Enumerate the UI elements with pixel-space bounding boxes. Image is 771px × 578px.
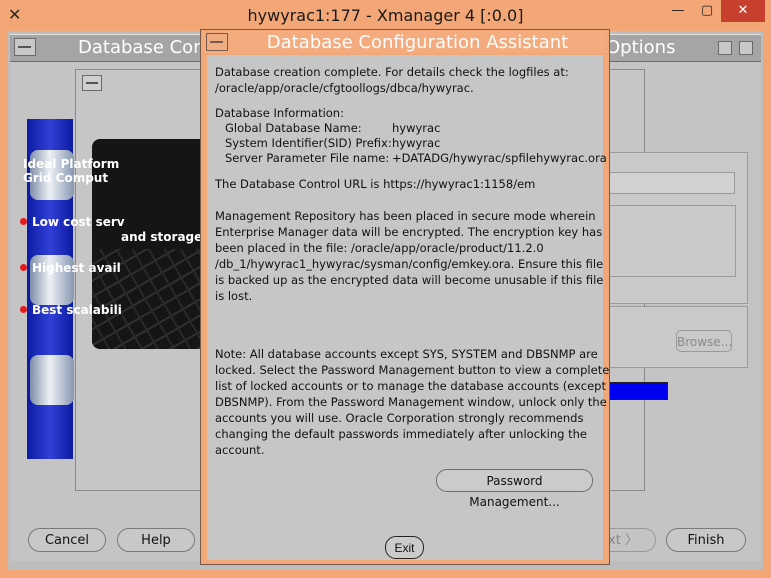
dialog-text-line: DBSNMP). From the Password Management wi… [215,395,607,409]
dialog-title: Database Configuration Assistant [266,32,569,53]
browse-button[interactable]: Browse... [676,330,732,352]
promo-heading: Grid Comput [23,171,109,185]
dialog-text-line: /oracle/app/oracle/cfgtoollogs/dbca/hywy… [215,81,474,95]
next-button[interactable]: xt 〉 [608,528,656,552]
options-text-field[interactable] [608,172,735,194]
promo-item: Low cost serv [20,215,125,229]
options-sub-box [608,205,736,277]
dialog-text-line: Database creation complete. For details … [215,65,569,79]
info-label: System Identifier(SID) Prefix: [225,136,392,150]
window-title: hywyrac1:177 - Xmanager 4 [:0.0] [247,6,524,25]
dialog-text-line: locked. Select the Password Management b… [215,363,610,377]
promo-item-continued: and storage [121,230,203,244]
exit-button[interactable]: Exit [385,536,424,559]
maximize-button[interactable]: ▢ [693,0,721,22]
dialog-text-line: /db_1/hywyrac1_hywyrac/sysman/config/emk… [215,257,604,271]
background-window-title-right: Options [606,37,676,58]
bullet-icon [20,264,27,271]
bullet-icon [20,218,27,225]
cancel-button[interactable]: Cancel [28,528,106,552]
dialog-text-line: list of locked accounts or to manage the… [215,379,606,393]
step-panel-menu-icon[interactable] [82,75,102,91]
dialog-text-line: accounts you will use. Oracle Corporatio… [215,411,584,425]
bullet-icon [20,306,27,313]
dialog-text-line: The Database Control URL is https://hywy… [215,177,536,191]
dialog-text-line: account. [215,443,265,457]
dialog-text-line: is lost. [215,289,253,303]
dialog-text-line: Note: All database accounts except SYS, … [215,347,598,361]
promo-item: Best scalabili [20,303,122,317]
finish-button[interactable]: Finish [666,528,746,552]
dialog-text-line: is backed up as the encrypted data will … [215,273,604,287]
background-window-title: Database Conf [78,37,211,58]
close-button[interactable]: ✕ [721,0,765,22]
help-button[interactable]: Help [117,528,195,552]
dialog-text-line: Database Information: [215,106,344,120]
dialog-text-line: changing the default passwords immediate… [215,427,587,441]
dialog-text-line: Enterprise Manager data will be encrypte… [215,225,603,239]
promo-item: Highest avail [20,261,121,275]
dialog-menu-icon[interactable] [206,33,228,51]
progress-bar [608,382,668,400]
promo-heading: Ideal Platform [23,157,120,171]
minimize-button[interactable]: — [664,0,692,22]
info-value: hywyrac [392,121,441,135]
info-label: Server Parameter File name: [225,151,390,165]
info-label: Global Database Name: [225,121,362,135]
background-window-maximize-icon[interactable] [739,41,753,55]
info-value: hywyrac [392,136,441,150]
database-cylinder-icon [30,355,74,405]
dialog-text-line: Management Repository has been placed in… [215,209,596,223]
background-window-minimize-icon[interactable] [718,41,732,55]
password-management-button[interactable]: Password Management... [436,469,593,509]
info-value: +DATADG/hywyrac/spfilehywyrac.ora [392,151,607,165]
background-window-menu-icon[interactable] [14,38,36,56]
chevron-right-icon: 〉 [624,533,638,548]
dialog-text-line: been placed in the file: /oracle/app/ora… [215,241,544,255]
